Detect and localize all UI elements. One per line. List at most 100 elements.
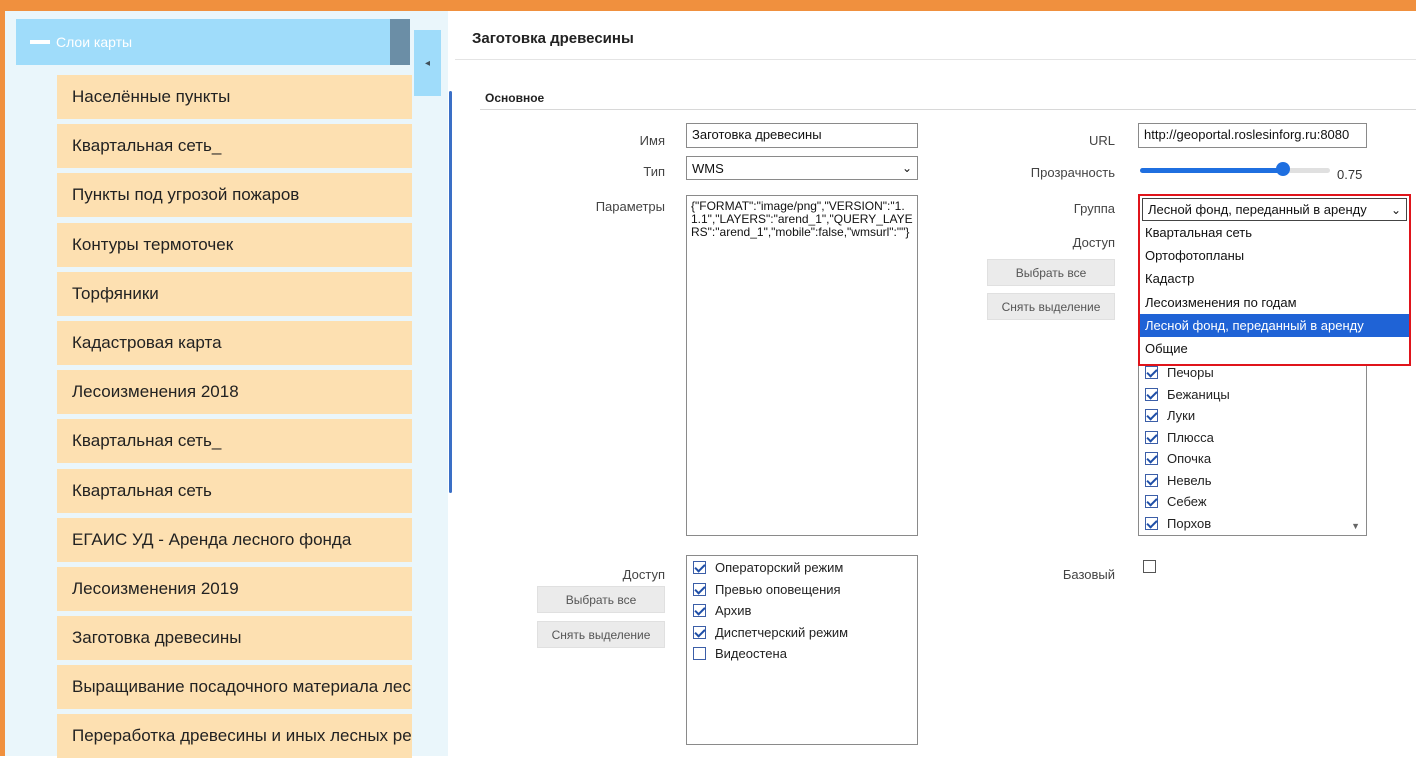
region-checkbox[interactable] (1145, 366, 1158, 380)
mode-checkbox[interactable] (693, 604, 706, 618)
group-select-value: Лесной фонд, переданный в аренду (1148, 202, 1367, 217)
sidebar-header-grip[interactable] (390, 19, 410, 65)
mode-row[interactable]: Операторский режим (693, 557, 848, 579)
region-checkbox[interactable] (1145, 409, 1158, 423)
opacity-label: Прозрачность (1030, 165, 1115, 180)
region-checkbox[interactable] (1145, 430, 1158, 444)
base-checkbox[interactable] (1143, 560, 1156, 573)
mode-row[interactable]: Превью оповещения (693, 579, 848, 601)
modes-items: Операторский режим Превью оповещения Архив… (693, 557, 848, 665)
group-option[interactable]: Ортофотопланы (1140, 244, 1409, 267)
chevron-down-icon: ⌄ (901, 161, 912, 175)
select-all-button[interactable]: Выбрать все (537, 586, 665, 613)
layer-item[interactable]: Квартальная сеть_ (57, 124, 412, 169)
region-row[interactable]: Невель (1145, 470, 1230, 492)
layer-item[interactable]: Кадастровая карта (57, 320, 412, 365)
layer-item[interactable]: Торфяники (57, 271, 412, 316)
type-label: Тип (643, 164, 665, 179)
layer-item[interactable]: Лесоизменения 2018 (57, 370, 412, 415)
region-checkbox[interactable] (1145, 473, 1158, 487)
mode-checkbox[interactable] (693, 561, 706, 575)
group-options: Квартальная сеть Ортофотопланы Кадастр Лесо… (1140, 221, 1409, 360)
layer-item[interactable]: Квартальная сеть (57, 468, 412, 513)
deselect-button[interactable]: Снять выделение (537, 621, 665, 648)
access-label-right: Доступ (1072, 235, 1115, 250)
section-title: Основное (485, 91, 545, 105)
region-label: Печоры (1167, 365, 1214, 381)
url-input[interactable]: http://geoportal.roslesinforg.ru:8080 (1138, 123, 1367, 148)
region-row[interactable]: Себеж (1145, 491, 1230, 513)
group-dropdown[interactable]: Лесной фонд, переданный в аренду ⌄ Кварт… (1138, 194, 1411, 366)
region-label: Бежаницы (1167, 386, 1230, 402)
region-row[interactable]: Бежаницы (1145, 384, 1230, 406)
region-row[interactable]: Плюсса (1145, 427, 1230, 449)
group-option[interactable]: Кадастр (1140, 267, 1409, 290)
base-label: Базовый (1062, 567, 1115, 582)
mode-label: Превью оповещения (715, 581, 841, 597)
regions-list[interactable]: Печоры Бежаницы Луки Плюсса Опочка Невель Себе… (1138, 356, 1367, 536)
layer-item[interactable]: Заготовка древесины (57, 616, 412, 661)
region-checkbox[interactable] (1145, 387, 1158, 401)
name-input[interactable]: Заготовка древесины (686, 123, 918, 148)
app-frame-top (0, 0, 1416, 11)
layer-item[interactable]: Населённые пункты (57, 75, 412, 119)
region-checkbox[interactable] (1145, 495, 1158, 509)
mode-row[interactable]: Видеостена (693, 643, 848, 665)
divider (455, 59, 1416, 60)
layers-sidebar: Слои карты ◂ Населённые пункты Квартальна… (5, 11, 452, 759)
name-label: Имя (639, 133, 665, 148)
layer-item[interactable]: Контуры термоточек (57, 222, 412, 267)
mode-row[interactable]: Архив (693, 600, 848, 622)
mode-row[interactable]: Диспетчерский режим (693, 622, 848, 644)
type-select-value: WMS (692, 160, 724, 176)
region-label: Луки (1167, 408, 1196, 424)
region-label: Невель (1167, 472, 1212, 488)
region-label: Себеж (1167, 494, 1207, 510)
collapse-sidebar-button[interactable]: ◂ (414, 30, 441, 96)
layer-item[interactable]: Выращивание посадочного материала лесных… (57, 665, 412, 710)
layer-list: Населённые пункты Квартальная сеть_ Пункты… (57, 75, 412, 764)
mode-label: Видеостена (715, 646, 787, 662)
modes-list[interactable]: Операторский режим Превью оповещения Архив… (686, 555, 918, 745)
select-all-button[interactable]: Выбрать все (987, 259, 1115, 286)
region-row[interactable]: Опочка (1145, 448, 1230, 470)
url-label: URL (1088, 133, 1115, 148)
mode-checkbox[interactable] (693, 582, 706, 596)
page-title: Заготовка древесины (472, 30, 634, 47)
layer-item[interactable]: Квартальная сеть_ (57, 419, 412, 464)
triangle-left-icon: ◂ (424, 57, 431, 69)
scroll-down-icon[interactable]: ▼ (1351, 521, 1360, 531)
group-option[interactable]: Лесоизменения по годам (1140, 291, 1409, 314)
region-row[interactable]: Луки (1145, 405, 1230, 427)
region-checkbox[interactable] (1145, 452, 1158, 466)
mode-label: Диспетчерский режим (715, 624, 849, 640)
chevron-down-icon: ⌄ (1390, 202, 1401, 217)
divider (480, 109, 1416, 110)
type-select[interactable]: WMS ⌄ (686, 156, 918, 180)
layer-item[interactable]: Переработка древесины и иных лесных ресу… (57, 714, 412, 759)
group-option[interactable]: Лесной фонд, переданный в аренду (1140, 313, 1409, 337)
mode-label: Архив (715, 603, 752, 619)
layer-editor: Заготовка древесины Основное Имя Заготов… (455, 11, 1416, 756)
minus-icon[interactable] (30, 40, 50, 44)
params-textarea[interactable]: {"FORMAT":"image/png","VERSION":"1.1.1",… (686, 195, 918, 536)
opacity-slider[interactable] (1140, 162, 1330, 176)
sidebar-header[interactable]: Слои карты (16, 19, 410, 65)
slider-fill (1140, 168, 1283, 173)
group-select[interactable]: Лесной фонд, переданный в аренду ⌄ (1142, 198, 1407, 221)
mode-checkbox[interactable] (693, 647, 706, 661)
slider-thumb[interactable] (1275, 162, 1290, 176)
region-checkbox[interactable] (1145, 516, 1158, 530)
group-option[interactable]: Общие (1140, 337, 1409, 360)
deselect-button[interactable]: Снять выделение (987, 293, 1115, 320)
layer-item[interactable]: ЕГАИС УД - Аренда лесного фонда (57, 517, 412, 562)
region-label: Порхов (1167, 515, 1212, 531)
sidebar-scrollbar[interactable] (449, 91, 452, 493)
group-option[interactable]: Квартальная сеть (1140, 221, 1409, 244)
layer-item[interactable]: Пункты под угрозой пожаров (57, 173, 412, 218)
mode-checkbox[interactable] (693, 625, 706, 639)
params-label: Параметры (595, 199, 665, 214)
group-label: Группа (1073, 201, 1115, 216)
layer-item[interactable]: Лесоизменения 2019 (57, 566, 412, 611)
region-row[interactable]: Порхов (1145, 513, 1230, 535)
